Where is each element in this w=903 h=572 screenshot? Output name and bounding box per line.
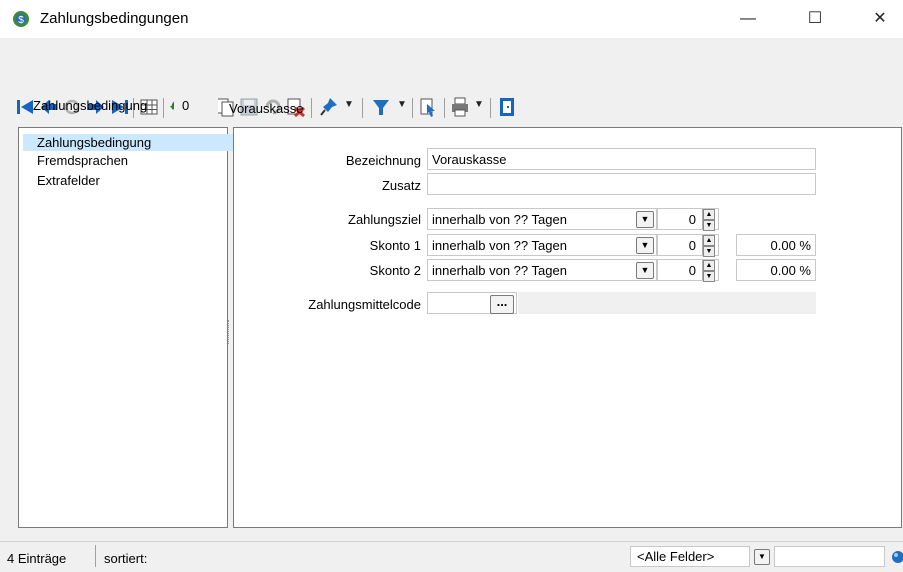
zusatz-field[interactable] (427, 173, 816, 195)
window-title: Zahlungsbedingungen (40, 10, 189, 27)
skonto1-percent-field[interactable]: 0.00 % (736, 234, 816, 256)
zusatz-label: Zusatz (381, 178, 421, 193)
zahlungsmittelcode-label: Zahlungsmittelcode (308, 297, 421, 312)
filter-dropdown-icon[interactable]: ▼ (397, 99, 407, 110)
pin-dropdown-icon[interactable]: ▼ (344, 99, 354, 110)
skonto1-spinner[interactable]: ▲ ▼ (702, 235, 715, 257)
search-input[interactable] (774, 546, 885, 567)
first-record-icon[interactable] (16, 96, 34, 118)
record-number-field (174, 94, 218, 116)
skonto1-label: Skonto 1 (369, 238, 421, 253)
skonto2-spinner[interactable]: ▲ ▼ (702, 260, 715, 282)
globe-icon[interactable] (889, 550, 903, 564)
nav-pane: Zahlungsbedingung Fremdsprachen Extrafel… (18, 127, 233, 528)
chevron-down-icon[interactable]: ▼ (754, 549, 770, 565)
chevron-down-icon[interactable]: ▼ (636, 262, 654, 279)
sort-status: sortiert: (104, 551, 148, 566)
zahlungsziel-spinner[interactable]: ▲ ▼ (702, 209, 715, 231)
skonto2-percent-field[interactable]: 0.00 % (736, 259, 816, 281)
print-icon[interactable] (451, 96, 469, 118)
skonto2-select[interactable]: innerhalb von ?? Tagen (427, 259, 657, 281)
bezeichnung-label: Bezeichnung (345, 153, 421, 168)
chevron-down-icon[interactable]: ▼ (636, 211, 654, 228)
toolbar: ▼ ▼ ▼ (0, 38, 903, 118)
record-label: Zahlungsbedingung (33, 98, 148, 113)
zahlungsmittelcode-description (518, 292, 816, 314)
status-bar: 4 Einträge sortiert: <Alle Felder> ▼ (0, 541, 903, 572)
skonto1-select[interactable]: innerhalb von ?? Tagen (427, 234, 657, 256)
record-number: 0 (182, 98, 190, 113)
zahlungsziel-select[interactable]: innerhalb von ?? Tagen (427, 208, 657, 230)
skonto2-label: Skonto 2 (369, 263, 421, 278)
nav-item-extrafelder[interactable]: Extrafelder (23, 172, 233, 189)
pin-icon[interactable] (320, 96, 338, 118)
splitter-handle[interactable] (228, 320, 231, 344)
select-record-icon[interactable] (419, 96, 437, 118)
maximize-button[interactable]: ☐ (792, 0, 838, 38)
title-bar: $ Zahlungsbedingungen — ☐ ✕ (0, 0, 903, 39)
record-count: 4 Einträge (7, 551, 67, 566)
browse-button[interactable]: ... (490, 295, 514, 314)
svg-text:$: $ (18, 15, 24, 26)
chevron-down-icon[interactable]: ▼ (636, 237, 654, 254)
filter-icon[interactable] (372, 96, 390, 118)
nav-item-fremdsprachen[interactable]: Fremdsprachen (23, 152, 233, 169)
zahlungsziel-label: Zahlungsziel (348, 212, 421, 227)
exit-icon[interactable] (498, 96, 516, 118)
app-icon: $ (13, 11, 29, 27)
close-button[interactable]: ✕ (857, 0, 903, 38)
nav-item-zahlungsbedingung[interactable]: Zahlungsbedingung (23, 134, 233, 151)
minimize-button[interactable]: — (725, 0, 771, 38)
filter-field-select[interactable]: <Alle Felder> (630, 546, 750, 567)
record-name: Vorauskasse (229, 101, 304, 116)
bezeichnung-field[interactable]: Vorauskasse (427, 148, 816, 170)
print-dropdown-icon[interactable]: ▼ (474, 99, 484, 110)
